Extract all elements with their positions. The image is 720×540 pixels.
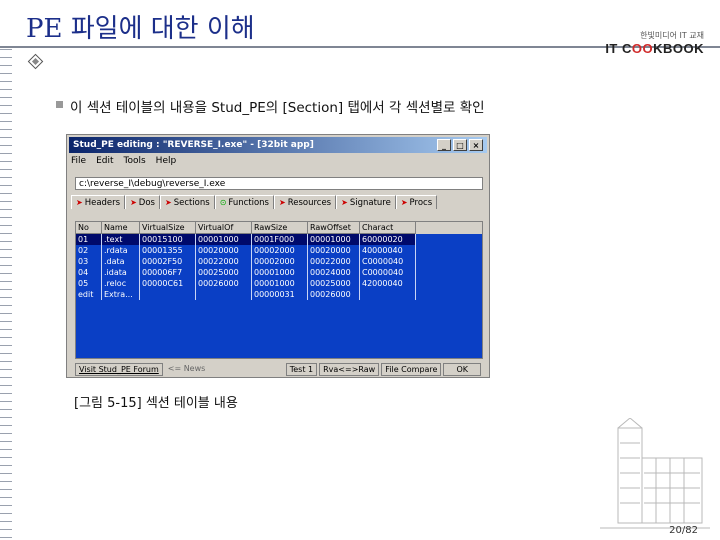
sections-icon: ➤ [164, 198, 172, 207]
tab-resources[interactable]: ➤ Resources [274, 195, 337, 209]
ruled-margin [0, 46, 12, 540]
table-row[interactable]: 01 .text 00015100 00001000 0001F000 00001000 6… [76, 234, 482, 245]
column-rawoffset[interactable]: RawOffset [308, 222, 360, 234]
logo-subtitle: 한빛미디어 IT 교재 [640, 31, 704, 40]
column-characteristics[interactable]: Charact [360, 222, 416, 234]
logo-wordmark: IT COOKBOOK [605, 41, 704, 56]
figure-caption: [그림 5-15] 섹션 테이블 내용 [74, 396, 238, 411]
bottom-bar: Visit Stud_PE Forum <= News Test 1 Rva<=… [75, 363, 481, 376]
headers-icon: ➤ [76, 198, 83, 207]
ok-button[interactable]: OK [443, 363, 481, 376]
tab-headers[interactable]: ➤ Headers [71, 195, 126, 209]
column-no[interactable]: No [76, 222, 102, 234]
table-row[interactable]: 04 .idata 000006F7 00025000 00001000 00024000… [76, 267, 482, 278]
file-path-field[interactable]: c:\reverse_I\debug\reverse_I.exe [75, 177, 483, 190]
procs-icon: ➤ [400, 198, 408, 207]
functions-icon: ⊙ [219, 198, 227, 207]
it-cookbook-logo: 한빛미디어 IT 교재 IT COOKBOOK [605, 30, 704, 56]
page-number: 20/82 [669, 525, 698, 536]
tab-signature[interactable]: ➤ Signature [336, 195, 396, 209]
menu-help[interactable]: Help [156, 156, 177, 166]
menu-file[interactable]: File [71, 156, 86, 166]
close-icon[interactable]: × [469, 139, 483, 151]
sections-table: No Name VirtualSize VirtualOf RawSize Ra… [75, 221, 483, 359]
slide-title: PE 파일에 대한 이해 [26, 14, 255, 44]
window-title: Stud_PE editing : "REVERSE_I.exe" - [32b… [73, 140, 314, 150]
window-titlebar[interactable]: Stud_PE editing : "REVERSE_I.exe" - [32b… [69, 137, 487, 153]
forum-link[interactable]: Visit Stud_PE Forum [75, 363, 163, 376]
signature-icon: ➤ [341, 198, 348, 207]
file-compare-button[interactable]: File Compare [381, 363, 442, 376]
tab-functions[interactable]: ⊙ Functions [214, 195, 274, 209]
building-watermark-icon [600, 418, 710, 529]
table-row[interactable]: 02 .rdata 00001355 00020000 00002000 00020000… [76, 245, 482, 256]
resources-icon: ➤ [279, 198, 286, 207]
stud-pe-window: Stud_PE editing : "REVERSE_I.exe" - [32b… [66, 134, 490, 378]
menu-bar: File Edit Tools Help [71, 156, 176, 166]
minimize-icon[interactable]: _ [437, 139, 451, 151]
table-body: 01 .text 00015100 00001000 0001F000 00001000 6… [76, 234, 482, 358]
tab-dos[interactable]: ➤ Dos [125, 195, 160, 209]
tab-sections[interactable]: ➤ Sections [159, 195, 215, 209]
table-row[interactable]: 03 .data 00002F50 00022000 00002000 00022000 C… [76, 256, 482, 267]
column-virtualsize[interactable]: VirtualSize [140, 222, 196, 234]
news-label[interactable]: <= News [164, 363, 209, 376]
column-virtualoffset[interactable]: VirtualOf [196, 222, 252, 234]
tab-procs[interactable]: ➤ Procs [395, 195, 438, 209]
tab-strip: ➤ Headers ➤ Dos ➤ Sections ⊙ Functions ➤ Reso… [71, 195, 485, 209]
bullet-text: 이 섹션 테이블의 내용을 Stud_PE의 [Section] 탭에서 각 섹… [70, 100, 485, 116]
bullet-square-icon [56, 101, 63, 108]
table-row[interactable]: 05 .reloc 00000C61 00026000 00001000 00025000… [76, 278, 482, 289]
diamond-ornament-icon [27, 53, 44, 70]
table-header: No Name VirtualSize VirtualOf RawSize Ra… [76, 222, 482, 234]
rva-raw-button[interactable]: Rva<=>Raw [319, 363, 380, 376]
column-name[interactable]: Name [102, 222, 140, 234]
menu-tools[interactable]: Tools [124, 156, 146, 166]
table-row[interactable]: edit Extra... 00000031 00026000 [76, 289, 482, 300]
column-rawsize[interactable]: RawSize [252, 222, 308, 234]
test-button[interactable]: Test 1 [285, 363, 318, 376]
menu-edit[interactable]: Edit [96, 156, 113, 166]
dos-icon: ➤ [130, 198, 137, 207]
maximize-icon[interactable]: □ [453, 139, 467, 151]
